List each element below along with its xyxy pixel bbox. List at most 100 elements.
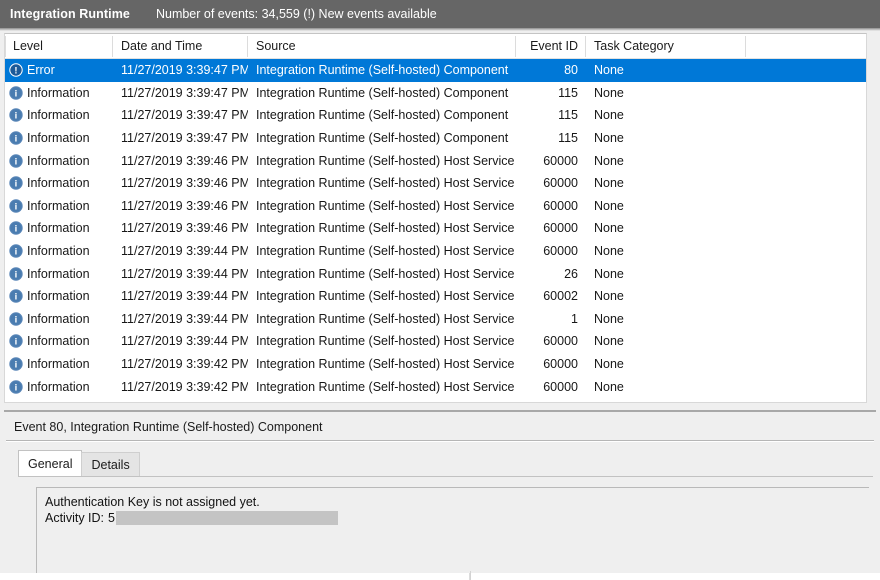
cell-level: iInformation: [5, 217, 113, 240]
svg-text:i: i: [15, 156, 18, 167]
cell-task-category: None: [586, 353, 746, 376]
table-row[interactable]: iInformation11/27/2019 3:39:44 PMIntegra…: [5, 308, 866, 331]
column-header-level[interactable]: Level: [5, 34, 113, 59]
cell-source-label: Integration Runtime (Self-hosted) Host S…: [256, 312, 514, 326]
svg-text:i: i: [15, 269, 18, 280]
cell-task-category-label: None: [594, 244, 624, 258]
detail-tabstrip: General Details: [18, 450, 139, 476]
cell-source-label: Integration Runtime (Self-hosted) Host S…: [256, 289, 514, 303]
column-header-event-id[interactable]: Event ID: [516, 34, 586, 59]
cell-filler: [746, 353, 866, 376]
cell-task-category: None: [586, 82, 746, 105]
cell-event-id: 60000: [516, 330, 586, 353]
cell-datetime: 11/27/2019 3:39:44 PM: [113, 240, 248, 263]
cell-task-category-label: None: [594, 380, 624, 394]
cell-event-id: 60000: [516, 240, 586, 263]
cell-level-label: Information: [27, 380, 90, 394]
cell-source-label: Integration Runtime (Self-hosted) Compon…: [256, 86, 508, 100]
column-header-level-label: Level: [13, 39, 43, 53]
cell-level-label: Information: [27, 176, 90, 190]
svg-text:!: !: [14, 66, 17, 77]
cell-event-id: 1: [516, 308, 586, 331]
cell-event-id: 26: [516, 262, 586, 285]
column-header-source[interactable]: Source: [248, 34, 516, 59]
event-message-box[interactable]: Authentication Key is not assigned yet. …: [36, 487, 869, 573]
cell-level: iInformation: [5, 149, 113, 172]
cell-filler: [746, 104, 866, 127]
cell-event-id: 60000: [516, 195, 586, 218]
column-header-datetime[interactable]: Date and Time: [113, 34, 248, 59]
cell-event-id-label: 60000: [543, 221, 578, 235]
table-row[interactable]: iInformation11/27/2019 3:39:42 PMIntegra…: [5, 375, 866, 398]
table-row[interactable]: iInformation11/27/2019 3:39:46 PMIntegra…: [5, 195, 866, 218]
detail-pane-divider[interactable]: [4, 410, 876, 412]
event-list-panel[interactable]: Level Date and Time Source Event ID Task…: [4, 33, 867, 403]
event-message-text: Authentication Key is not assigned yet.: [45, 494, 260, 510]
cell-task-category: None: [586, 172, 746, 195]
table-row[interactable]: iInformation11/27/2019 3:39:44 PMIntegra…: [5, 240, 866, 263]
table-row[interactable]: iInformation11/27/2019 3:39:44 PMIntegra…: [5, 330, 866, 353]
cell-source: Integration Runtime (Self-hosted) Host S…: [248, 353, 516, 376]
cell-level-label: Information: [27, 267, 90, 281]
cell-task-category: None: [586, 127, 746, 150]
cell-task-category-label: None: [594, 221, 624, 235]
cell-source-label: Integration Runtime (Self-hosted) Host S…: [256, 176, 514, 190]
table-row[interactable]: iInformation11/27/2019 3:39:47 PMIntegra…: [5, 82, 866, 105]
cell-source: Integration Runtime (Self-hosted) Host S…: [248, 172, 516, 195]
cell-event-id-label: 1: [571, 312, 578, 326]
tab-details[interactable]: Details: [81, 452, 139, 476]
column-header-task-category[interactable]: Task Category: [586, 34, 746, 59]
table-row[interactable]: iInformation11/27/2019 3:39:47 PMIntegra…: [5, 104, 866, 127]
cell-source: Integration Runtime (Self-hosted) Host S…: [248, 262, 516, 285]
cell-filler: [746, 308, 866, 331]
cell-task-category-label: None: [594, 312, 624, 326]
table-row[interactable]: !Error11/27/2019 3:39:47 PMIntegration R…: [5, 59, 866, 82]
cell-event-id: 115: [516, 82, 586, 105]
tab-general[interactable]: General: [18, 450, 82, 476]
detail-tab-body: Authentication Key is not assigned yet. …: [18, 476, 873, 576]
table-row[interactable]: iInformation11/27/2019 3:39:46 PMIntegra…: [5, 217, 866, 240]
cell-datetime-label: 11/27/2019 3:39:44 PM: [121, 289, 248, 303]
cell-event-id-label: 60002: [543, 289, 578, 303]
cell-source-label: Integration Runtime (Self-hosted) Host S…: [256, 267, 514, 281]
cell-datetime: 11/27/2019 3:39:46 PM: [113, 172, 248, 195]
column-header-source-label: Source: [256, 39, 296, 53]
cell-event-id: 115: [516, 104, 586, 127]
table-row[interactable]: iInformation11/27/2019 3:39:47 PMIntegra…: [5, 127, 866, 150]
table-row[interactable]: iInformation11/27/2019 3:39:44 PMIntegra…: [5, 285, 866, 308]
table-row[interactable]: iInformation11/27/2019 3:39:42 PMIntegra…: [5, 353, 866, 376]
cell-level: iInformation: [5, 195, 113, 218]
detail-pane-header-label: Event 80, Integration Runtime (Self-host…: [14, 420, 323, 434]
svg-text:i: i: [15, 314, 18, 325]
cell-source: Integration Runtime (Self-hosted) Host S…: [248, 330, 516, 353]
cell-level: iInformation: [5, 82, 113, 105]
cell-task-category-label: None: [594, 154, 624, 168]
cell-datetime: 11/27/2019 3:39:42 PM: [113, 375, 248, 398]
cell-task-category-label: None: [594, 108, 624, 122]
cell-task-category-label: None: [594, 334, 624, 348]
cell-datetime-label: 11/27/2019 3:39:42 PM: [121, 380, 248, 394]
activity-id-redaction-block: [116, 511, 338, 525]
cell-datetime-label: 11/27/2019 3:39:46 PM: [121, 176, 248, 190]
cell-task-category-label: None: [594, 176, 624, 190]
information-icon: i: [9, 199, 23, 213]
table-row[interactable]: iInformation11/27/2019 3:39:44 PMIntegra…: [5, 262, 866, 285]
cell-event-id-label: 60000: [543, 357, 578, 371]
information-icon: i: [9, 244, 23, 258]
svg-text:i: i: [15, 201, 18, 212]
table-row[interactable]: iInformation11/27/2019 3:39:46 PMIntegra…: [5, 149, 866, 172]
information-icon: i: [9, 289, 23, 303]
column-header-filler: [746, 34, 866, 59]
cell-datetime: 11/27/2019 3:39:46 PM: [113, 195, 248, 218]
table-row[interactable]: i Information 11/27/2019 3:39:46 PM Integra…: [5, 172, 866, 195]
cell-datetime-label: 11/27/2019 3:39:47 PM: [121, 63, 248, 77]
cell-filler: [746, 262, 866, 285]
cell-task-category: None: [586, 308, 746, 331]
svg-text:i: i: [15, 360, 18, 371]
information-icon: i: [9, 380, 23, 394]
cell-source-label: Integration Runtime (Self-hosted) Compon…: [256, 63, 508, 77]
bottom-pane-split: [470, 571, 471, 580]
cell-source: Integration Runtime (Self-hosted) Host S…: [248, 240, 516, 263]
information-icon: i: [9, 176, 23, 190]
information-icon: i: [9, 86, 23, 100]
